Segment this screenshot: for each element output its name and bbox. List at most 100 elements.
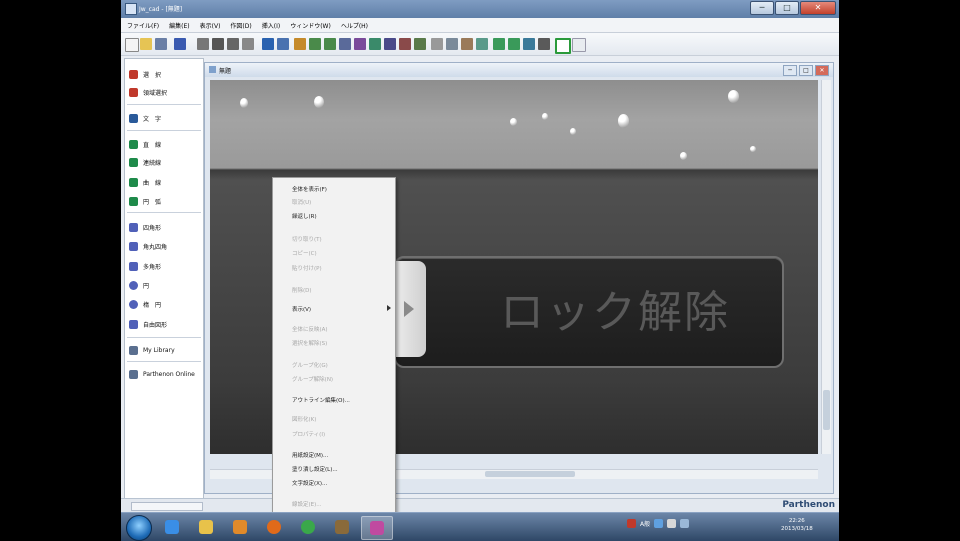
- tool-select[interactable]: 選 択: [129, 67, 199, 81]
- minimize-button[interactable]: ─: [750, 1, 774, 15]
- tool-text[interactable]: 文 字: [129, 111, 199, 125]
- menu-item-cut[interactable]: 切り取り(T): [292, 235, 322, 243]
- my-library-link[interactable]: My Library: [129, 343, 199, 357]
- menu-item-deselect[interactable]: 選択を解除(S): [292, 339, 327, 347]
- rotate-icon[interactable]: [384, 38, 396, 50]
- taskbar-ie[interactable]: [157, 516, 187, 538]
- document-title-bar[interactable]: 無題 ─ □ ✕: [205, 63, 833, 77]
- taskbar-media-player[interactable]: [225, 516, 255, 538]
- start-button[interactable]: [126, 515, 152, 541]
- doc-maximize-button[interactable]: □: [799, 65, 813, 76]
- frame-icon[interactable]: [555, 38, 571, 54]
- new-file-icon[interactable]: [125, 38, 139, 52]
- measure-icon[interactable]: [461, 38, 473, 50]
- tool-rectangle[interactable]: 四角形: [129, 220, 199, 234]
- taskbar-app[interactable]: [327, 516, 357, 538]
- menu-item-outline-edit[interactable]: アウトライン編集(O)...: [292, 396, 350, 404]
- menu-item-paste[interactable]: 貼り付け(P): [292, 264, 322, 272]
- taskbar-explorer[interactable]: [191, 516, 221, 538]
- tool-arc[interactable]: 円 弧: [129, 194, 199, 208]
- flag-icon[interactable]: [627, 519, 636, 528]
- menu-item-properties[interactable]: プロパティ(I): [292, 430, 325, 438]
- menu-item-paper-settings[interactable]: 用紙設定(M)...: [292, 451, 328, 459]
- align-icon[interactable]: [369, 38, 381, 50]
- undo-icon[interactable]: [309, 38, 321, 50]
- horizontal-scroll-thumb[interactable]: [485, 471, 575, 477]
- open-folder-icon[interactable]: [140, 38, 152, 50]
- menu-bar: ファイル(F) 編集(E) 表示(V) 作図(D) 挿入(I) ウィンドウ(W)…: [121, 18, 839, 33]
- taskbar-cad[interactable]: [361, 516, 393, 540]
- flip-icon[interactable]: [399, 38, 411, 50]
- clock[interactable]: 22:26 2013/03/18: [781, 517, 813, 533]
- divider: [127, 212, 201, 213]
- power-icon[interactable]: [680, 519, 690, 528]
- save-icon[interactable]: [155, 38, 167, 50]
- menu-view[interactable]: 表示(V): [194, 18, 225, 32]
- menu-item-view[interactable]: 表示(V): [292, 305, 311, 313]
- menu-item-ungroup[interactable]: グループ解除(N): [292, 375, 333, 383]
- print-preview-icon[interactable]: [212, 38, 224, 50]
- menu-item-fit-all[interactable]: 全体を表示(F): [292, 185, 327, 193]
- book-icon[interactable]: [174, 38, 186, 50]
- toolbar: [121, 33, 839, 56]
- close-button[interactable]: ✕: [800, 1, 836, 15]
- print-icon[interactable]: [197, 38, 209, 50]
- mirror-icon[interactable]: [414, 38, 426, 50]
- menu-edit[interactable]: 編集(E): [163, 18, 193, 32]
- menu-draw[interactable]: 作図(D): [224, 18, 255, 32]
- menu-item-delete[interactable]: 削除(D): [292, 286, 312, 294]
- zoom-in-icon[interactable]: [493, 38, 505, 50]
- group-icon[interactable]: [354, 38, 366, 50]
- tool-curve[interactable]: 曲 線: [129, 175, 199, 189]
- zoom-out-icon[interactable]: [508, 38, 520, 50]
- vertical-scrollbar[interactable]: [821, 80, 831, 454]
- online-link[interactable]: Parthenon Online: [129, 367, 199, 381]
- copy-icon[interactable]: [277, 38, 289, 50]
- tool-area-select[interactable]: 領域選択: [129, 85, 199, 99]
- pan-icon[interactable]: [476, 38, 488, 50]
- doc-minimize-button[interactable]: ─: [783, 65, 797, 76]
- zoom-fit-icon[interactable]: [523, 38, 535, 50]
- layer-icon[interactable]: [339, 38, 351, 50]
- scan-icon[interactable]: [227, 38, 239, 50]
- vertical-scroll-thumb[interactable]: [823, 390, 830, 430]
- tool-ellipse[interactable]: 楕 円: [129, 297, 199, 311]
- cut-icon[interactable]: [262, 38, 274, 50]
- window-icon[interactable]: [572, 38, 586, 52]
- rectangle-icon: [129, 222, 138, 232]
- grid-icon[interactable]: [431, 38, 443, 50]
- menu-item-text-settings[interactable]: 文字設定(X)...: [292, 479, 327, 487]
- ime-indicator[interactable]: A般: [640, 519, 650, 528]
- menu-item-apply-all[interactable]: 全体に反映(A): [292, 325, 328, 333]
- menu-window[interactable]: ウィンドウ(W): [284, 18, 335, 32]
- tool-polygon[interactable]: 多角形: [129, 259, 199, 273]
- network-icon[interactable]: [654, 519, 664, 528]
- snap-icon[interactable]: [446, 38, 458, 50]
- tool-line[interactable]: 直 線: [129, 137, 199, 151]
- tool-circle[interactable]: 円: [129, 278, 199, 292]
- doc-close-button[interactable]: ✕: [815, 65, 829, 76]
- menu-insert[interactable]: 挿入(I): [256, 18, 284, 32]
- menu-item-fill-settings[interactable]: 塗り潰し設定(L)...: [292, 465, 338, 473]
- menu-item-line-settings[interactable]: 線設定(E)...: [292, 500, 322, 508]
- paste-icon[interactable]: [294, 38, 306, 50]
- menu-item-repeat[interactable]: 繰返し(R): [292, 212, 317, 220]
- menu-item-shape[interactable]: 図形化(K): [292, 415, 316, 423]
- menu-item-undo[interactable]: 取消(U): [292, 198, 311, 206]
- menu-help[interactable]: ヘルプ(H): [335, 18, 372, 32]
- tool-rounded-rect[interactable]: 角丸四角: [129, 239, 199, 253]
- menu-file[interactable]: ファイル(F): [121, 18, 163, 32]
- tool-freeform[interactable]: 自由図形: [129, 317, 199, 331]
- maximize-button[interactable]: □: [775, 1, 799, 15]
- menu-item-copy[interactable]: コピー(C): [292, 249, 317, 257]
- taskbar-chrome[interactable]: [293, 516, 323, 538]
- volume-icon[interactable]: [667, 519, 677, 528]
- hand-icon[interactable]: [538, 38, 550, 50]
- title-bar[interactable]: Jw_cad - [無題] ─ □ ✕: [121, 0, 839, 18]
- ie-icon: [165, 520, 179, 534]
- tool-polyline[interactable]: 連続線: [129, 155, 199, 169]
- redo-icon[interactable]: [324, 38, 336, 50]
- export-icon[interactable]: [242, 38, 254, 50]
- taskbar-firefox[interactable]: [259, 516, 289, 538]
- menu-item-group[interactable]: グループ化(G): [292, 361, 328, 369]
